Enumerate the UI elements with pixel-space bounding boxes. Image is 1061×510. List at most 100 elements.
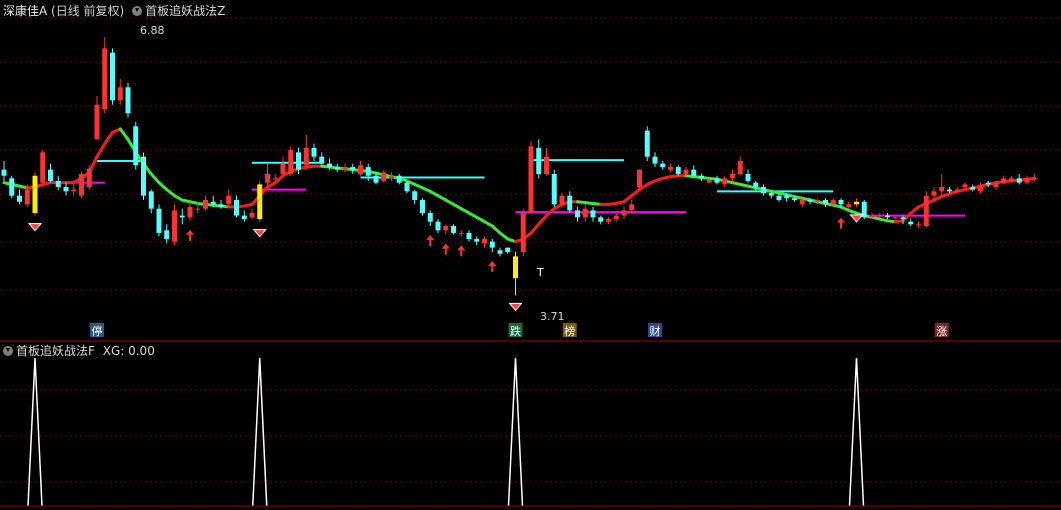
candle-body bbox=[334, 167, 340, 170]
candle-body bbox=[551, 174, 557, 205]
candle-body bbox=[63, 187, 69, 192]
candle-body bbox=[916, 224, 921, 226]
candle-body bbox=[420, 200, 425, 213]
candle-body bbox=[970, 187, 976, 190]
candle-body bbox=[660, 163, 666, 168]
candle-body bbox=[234, 200, 239, 216]
high-price-label: 6.88 bbox=[140, 24, 165, 37]
sub-header: 首板追妖战法F XG: 0.00 bbox=[3, 342, 155, 359]
buy-arrow bbox=[457, 245, 466, 257]
candle-body bbox=[458, 232, 464, 234]
candle-body bbox=[985, 182, 991, 185]
candle-body bbox=[296, 152, 301, 170]
ma-segment bbox=[118, 127, 130, 141]
indicator-main-label: 首板追妖战法Z bbox=[145, 4, 226, 18]
signal-peak bbox=[848, 357, 865, 507]
candle-body bbox=[210, 201, 216, 205]
candle-body bbox=[675, 167, 681, 174]
candle-body bbox=[396, 175, 402, 183]
diamond-icon bbox=[252, 229, 267, 238]
candle-body bbox=[761, 187, 766, 194]
candle-body bbox=[94, 104, 100, 140]
candle-body bbox=[877, 215, 883, 217]
candle-body bbox=[505, 247, 511, 252]
candle-body bbox=[1, 169, 7, 176]
candle-body bbox=[203, 200, 208, 209]
candle-body bbox=[187, 206, 193, 218]
candle-body bbox=[358, 165, 363, 174]
candle-body bbox=[838, 200, 844, 205]
candle-body bbox=[48, 169, 53, 181]
candle-body bbox=[776, 195, 782, 200]
diamond-icon bbox=[508, 302, 523, 312]
candle-body bbox=[908, 221, 914, 225]
candle-body bbox=[482, 239, 487, 244]
ma-segment bbox=[157, 181, 169, 192]
candle-body bbox=[389, 175, 394, 179]
candle-body bbox=[567, 195, 573, 211]
ma-segment bbox=[149, 172, 161, 185]
ma-segment bbox=[95, 142, 107, 159]
indicator-dropdown[interactable]: 首板追妖战法Z bbox=[132, 4, 225, 18]
main-header: 深康佳A (日线 前复权) 首板追妖战法Z bbox=[3, 2, 225, 19]
candle-body bbox=[272, 178, 278, 180]
candle-body bbox=[559, 195, 565, 205]
candle-body bbox=[404, 182, 410, 192]
candle-body bbox=[110, 52, 115, 101]
candle-body bbox=[311, 148, 317, 157]
candle-body bbox=[288, 149, 294, 174]
candle-body bbox=[303, 148, 309, 166]
period-label: (日线 前复权) bbox=[51, 4, 125, 18]
candle-body bbox=[652, 156, 658, 164]
candle-body bbox=[993, 182, 999, 187]
candle-body bbox=[179, 215, 185, 218]
candle-body bbox=[606, 219, 611, 222]
candle-body bbox=[629, 204, 635, 211]
candle-body bbox=[327, 163, 332, 168]
candle-body bbox=[730, 174, 735, 179]
candle-body bbox=[745, 174, 751, 181]
candle-body bbox=[691, 169, 697, 176]
candle-body bbox=[854, 201, 859, 205]
candle-body bbox=[373, 175, 379, 183]
sub-chart-series bbox=[27, 357, 865, 507]
stock-name: 深康佳A bbox=[3, 4, 48, 18]
candle-series bbox=[1, 37, 1038, 296]
signal-peak bbox=[252, 357, 268, 507]
buy-arrow bbox=[426, 235, 435, 246]
candle-body bbox=[598, 217, 604, 222]
sub-indicator-dropdown[interactable]: 首板追妖战法F bbox=[3, 344, 99, 358]
candle-body bbox=[117, 87, 123, 101]
candle-body bbox=[265, 174, 270, 183]
candle-body bbox=[195, 208, 201, 210]
t-mark: T bbox=[536, 266, 544, 279]
candle-body bbox=[869, 215, 875, 218]
candle-body bbox=[79, 174, 84, 196]
candle-body bbox=[947, 189, 952, 192]
xg-value: XG: 0.00 bbox=[102, 344, 155, 358]
candle-body bbox=[613, 215, 619, 220]
candle-body bbox=[474, 239, 480, 242]
candle-body bbox=[172, 210, 177, 242]
candle-body bbox=[427, 213, 433, 222]
diamond-icon bbox=[27, 223, 43, 232]
candle-body bbox=[830, 200, 836, 205]
candle-body bbox=[590, 210, 596, 218]
candle-body bbox=[40, 152, 46, 183]
candle-body bbox=[544, 156, 549, 174]
candle-body bbox=[528, 146, 534, 213]
candle-body bbox=[466, 232, 472, 239]
candle-body bbox=[900, 217, 906, 220]
ma-segment bbox=[529, 222, 541, 235]
candle-body bbox=[939, 187, 945, 192]
candle-body bbox=[133, 126, 139, 166]
candle-body bbox=[489, 241, 495, 248]
chevron-down-icon bbox=[132, 6, 143, 16]
candle-body bbox=[668, 167, 673, 170]
diamond-icon bbox=[849, 214, 864, 223]
candle-body bbox=[931, 191, 937, 196]
candle-body bbox=[24, 189, 30, 205]
ma-segment bbox=[103, 130, 114, 146]
candle-body bbox=[978, 187, 983, 192]
candle-body bbox=[1024, 178, 1030, 183]
